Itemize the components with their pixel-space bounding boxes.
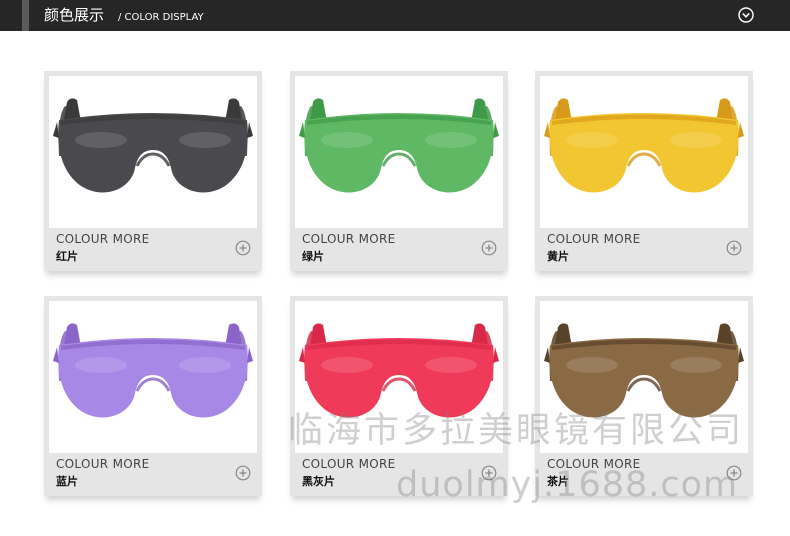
colour-more-label: COLOUR MORE: [56, 457, 150, 471]
plus-circle-icon[interactable]: [481, 240, 497, 256]
product-photo: [295, 76, 503, 228]
plus-circle-icon[interactable]: [235, 240, 251, 256]
product-card[interactable]: COLOUR MORE 绿片: [290, 71, 508, 271]
section-header: 颜色展示 / COLOR DISPLAY: [0, 0, 790, 31]
lens-color-name: 黑灰片: [302, 475, 335, 488]
section-title: 颜色展示: [44, 6, 105, 24]
product-card[interactable]: COLOUR MORE 蓝片: [44, 296, 262, 496]
watermark-url: duolmyj.1688.com: [396, 465, 739, 505]
chevron-down-circle-icon[interactable]: [738, 7, 754, 23]
plus-circle-icon[interactable]: [235, 465, 251, 481]
sunglasses-image: [53, 98, 253, 193]
product-card[interactable]: COLOUR MORE 红片: [44, 71, 262, 271]
sunglasses-image: [544, 98, 744, 193]
lens-color-name: 蓝片: [56, 475, 78, 488]
lens-color-name: 黄片: [547, 250, 569, 263]
product-photo: [540, 76, 748, 228]
sunglasses-image: [53, 323, 253, 418]
lens-color-name: 绿片: [302, 250, 324, 263]
colour-more-label: COLOUR MORE: [547, 232, 641, 246]
product-photo: [49, 301, 257, 453]
colour-more-label: COLOUR MORE: [302, 457, 396, 471]
plus-circle-icon[interactable]: [726, 240, 742, 256]
lens-color-name: 红片: [56, 250, 78, 263]
colour-more-label: COLOUR MORE: [56, 232, 150, 246]
header-accent-bar: [22, 0, 29, 31]
sunglasses-image: [299, 98, 499, 193]
watermark-company: 临海市多拉美眼镜有限公司: [288, 411, 745, 451]
product-card[interactable]: COLOUR MORE 黄片: [535, 71, 753, 271]
colour-more-label: COLOUR MORE: [302, 232, 396, 246]
product-photo: [49, 76, 257, 228]
section-subtitle: / COLOR DISPLAY: [118, 12, 204, 23]
